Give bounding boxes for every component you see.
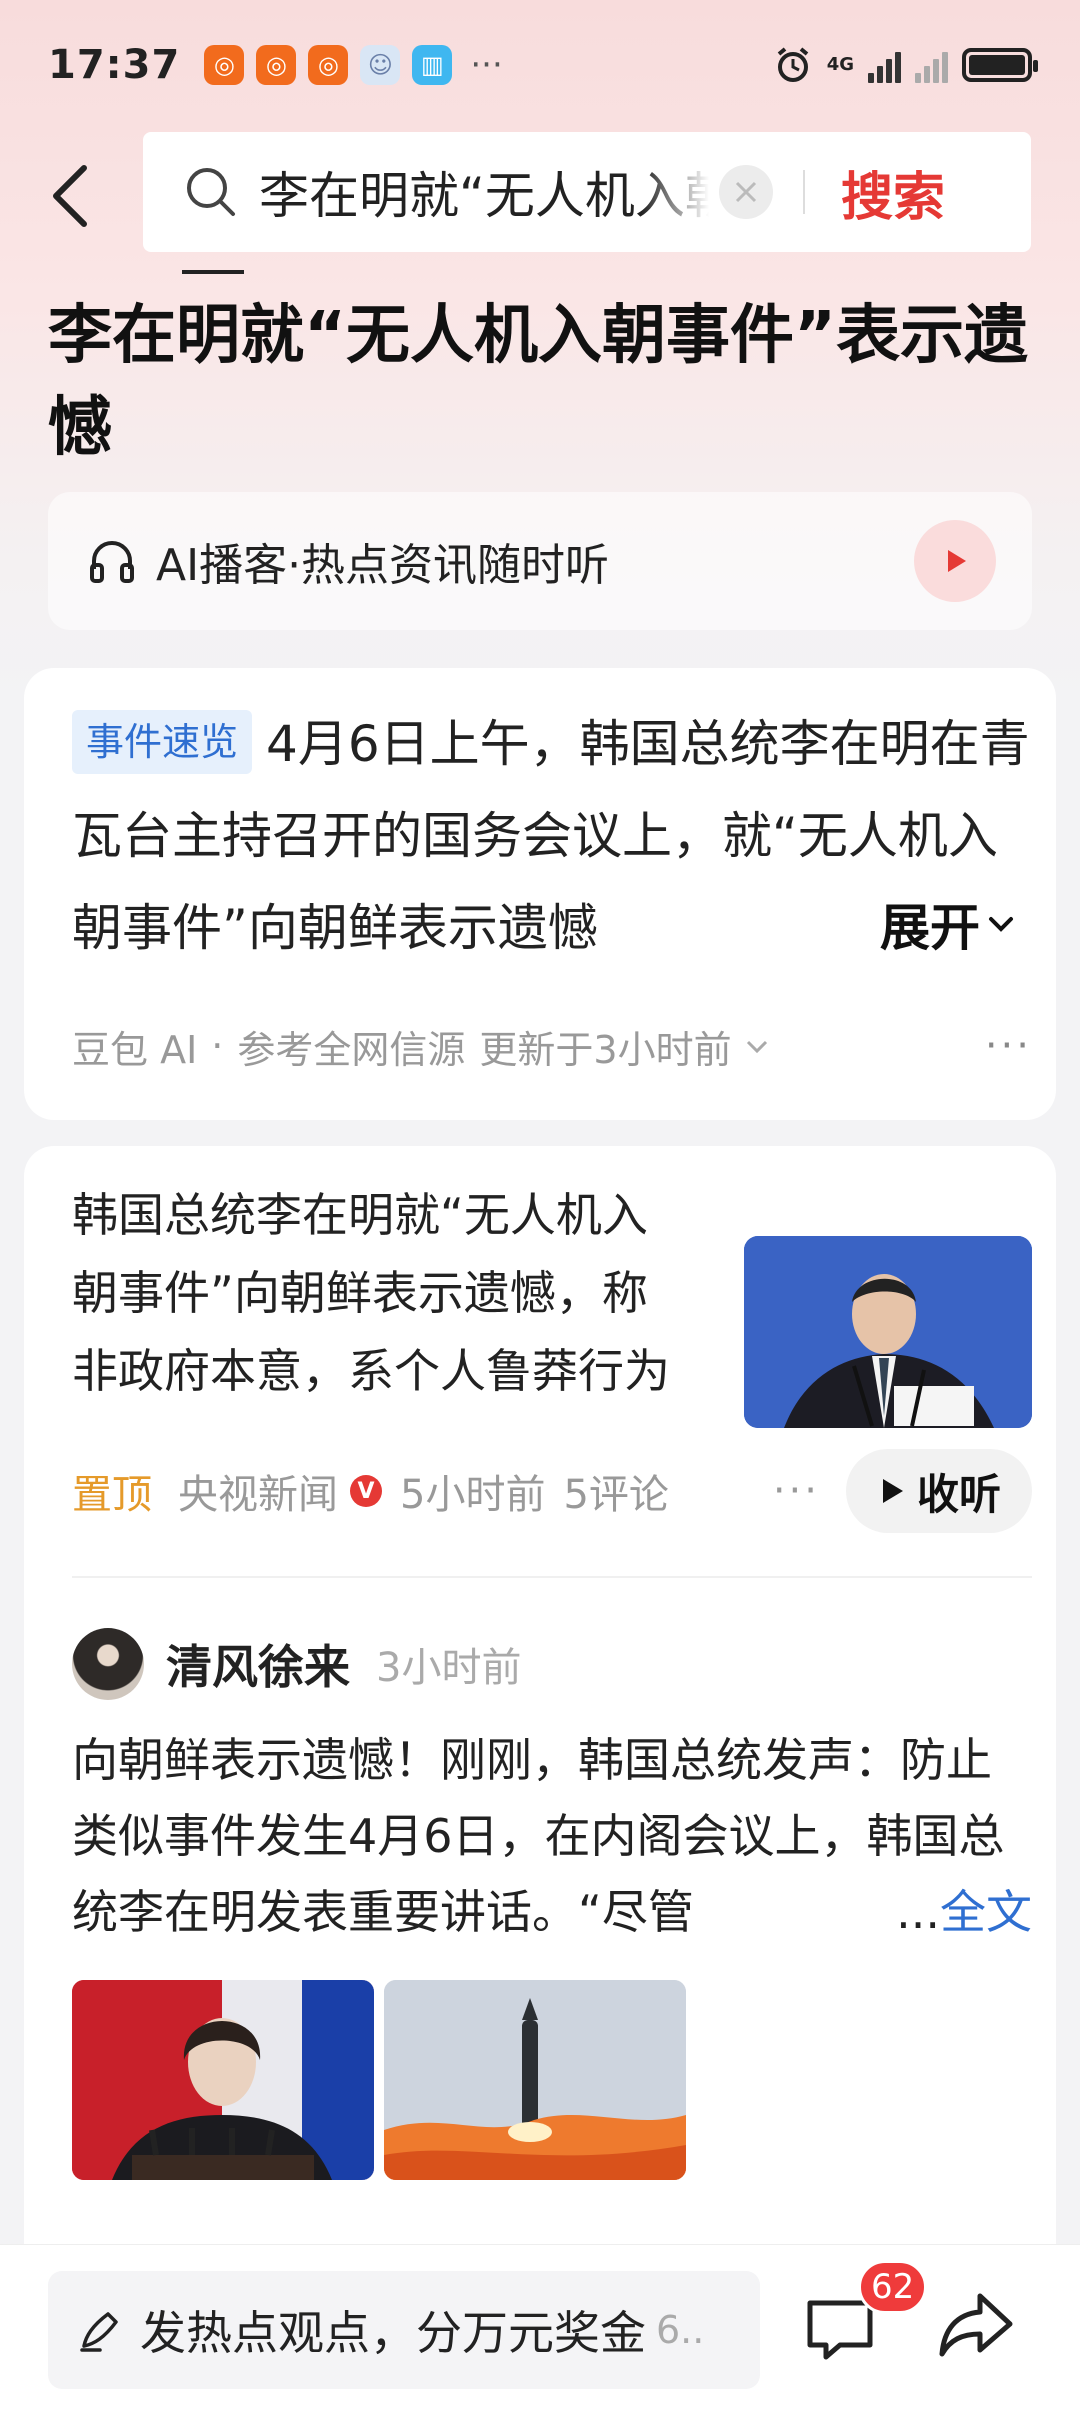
news-more-button[interactable]: ··· [773, 1468, 820, 1514]
expand-label: 展开 [880, 899, 980, 957]
expand-button[interactable]: 展开 [796, 878, 1016, 970]
alarm-icon [777, 47, 808, 82]
search-header: 李在明就“无人机入朝事件”表示遗憾 搜索 [0, 130, 1080, 260]
search-input[interactable]: 李在明就“无人机入朝事件”表示遗憾 [259, 156, 709, 228]
avatar[interactable] [72, 1628, 144, 1700]
post-fulltext-button[interactable]: ...全文 [866, 1874, 1032, 1950]
pinned-label: 置顶 [72, 1472, 152, 1518]
share-icon[interactable] [934, 2284, 1018, 2368]
back-button[interactable] [40, 156, 100, 236]
post-time: 3小时前 [376, 1645, 522, 1691]
status-bar: 17:37 ◎ ◎ ◎ ☺ ▥ ··· 4G [0, 0, 1080, 130]
search-button[interactable]: 搜索 [841, 155, 945, 230]
comment-placeholder-more: 6.. [656, 2308, 705, 2352]
face-app-icon: ☺ [360, 45, 401, 85]
summary-meta: 豆包 AI · 参考全网信源 更新于3小时前 ··· [72, 1016, 1032, 1076]
close-icon [735, 181, 757, 203]
missile-launch-image [384, 1980, 686, 2180]
weibo-app-icon: ◎ [204, 45, 245, 85]
post-image-speaker[interactable] [72, 1980, 374, 2180]
comment-count-badge: 62 [858, 2260, 928, 2314]
post-image-missile[interactable] [384, 1980, 686, 2180]
comment-input[interactable]: 发热点观点，分万元奖金 6.. [48, 2271, 760, 2389]
feed-divider [72, 1576, 1032, 1578]
summary-separator: · [211, 1024, 224, 1068]
podcast-bar[interactable]: AI播客·热点资讯随时听 [48, 492, 1032, 630]
chevron-left-icon [53, 165, 87, 227]
chevron-down-icon[interactable] [740, 1029, 774, 1063]
event-summary-card: 事件速览 4月6日上午，韩国总统李在明在青瓦台主持召开的国务会议上，就“无人机入朝… [24, 668, 1056, 1120]
status-app-icons: ◎ ◎ ◎ ☺ ▥ ··· [204, 45, 503, 85]
signal-secondary-icon [915, 47, 948, 83]
post-fulltext-label: 全文 [940, 1885, 1032, 1939]
book-app-icon: ▥ [412, 45, 453, 85]
news-meta: 置顶 央视新闻 V 5小时前 5评论 ··· 收听 [72, 1446, 1032, 1536]
verified-icon: V [350, 1475, 382, 1507]
weibo-app-icon: ◎ [256, 45, 297, 85]
news-thumbnail[interactable] [744, 1236, 1032, 1428]
search-icon [187, 168, 235, 216]
listen-button[interactable]: 收听 [846, 1449, 1032, 1533]
play-icon [882, 1479, 903, 1503]
play-icon [948, 550, 966, 572]
post-body[interactable]: 向朝鲜表示遗憾！刚刚，韩国总统发声：防止类似事件发生4月6日，在内阁会议上，韩国… [72, 1722, 1032, 1950]
title-decoration [182, 270, 244, 274]
summary-more-button[interactable]: ··· [985, 1023, 1032, 1069]
thumbnail-speaker-image [744, 1236, 1032, 1428]
page-title: 李在明就“无人机入朝事件”表示遗憾 [48, 299, 1029, 465]
weibo-app-icon: ◎ [308, 45, 349, 85]
headphones-icon [90, 541, 134, 583]
comment-placeholder: 发热点观点，分万元奖金 [140, 2306, 646, 2360]
status-more-icon: ··· [470, 45, 503, 85]
summary-ref: 参考全网信源 [237, 1027, 466, 1072]
post-images [72, 1980, 686, 2180]
status-time: 17:37 [48, 42, 181, 88]
chevron-down-icon [989, 917, 1013, 932]
podcast-play-button[interactable] [914, 520, 996, 602]
post-author[interactable]: 清风徐来 [166, 1631, 350, 1697]
battery-icon [962, 48, 1038, 82]
event-summary-tag: 事件速览 [72, 710, 253, 774]
summary-updated[interactable]: 更新于3小时前 [479, 1019, 731, 1074]
news-item[interactable]: 韩国总统李在明就“无人机入朝事件”向朝鲜表示遗憾，称非政府本意，系个人鲁莽行为 … [72, 1176, 1032, 1533]
post-text: 向朝鲜表示遗憾！刚刚，韩国总统发声：防止类似事件发生4月6日，在内阁会议上，韩国… [72, 1733, 1005, 1939]
search-box[interactable]: 李在明就“无人机入朝事件”表示遗憾 搜索 [143, 132, 1031, 252]
page: 17:37 ◎ ◎ ◎ ☺ ▥ ··· 4G 李在明就“无人机入 搜索 李在明就… [0, 0, 1080, 2412]
feed-card: 韩国总统李在明就“无人机入朝事件”向朝鲜表示遗憾，称非政府本意，系个人鲁莽行为 … [24, 1146, 1056, 2412]
summary-source: 豆包 AI [72, 1027, 198, 1072]
news-source[interactable]: 央视新闻 [178, 1462, 338, 1520]
search-divider [803, 170, 805, 214]
signal-icon [868, 47, 901, 83]
pen-icon [80, 2312, 118, 2352]
speaker-photo-image [72, 1980, 374, 2180]
post-ellipsis: ... [896, 1885, 940, 1939]
clear-search-button[interactable] [719, 165, 773, 219]
post-author-row: 清风徐来 3小时前 [72, 1626, 1032, 1702]
network-label: 4G [826, 54, 854, 75]
news-time: 5小时前 [400, 1472, 546, 1518]
user-post[interactable]: 清风徐来 3小时前 向朝鲜表示遗憾！刚刚，韩国总统发声：防止类似事件发生4月6日… [72, 1626, 1032, 1950]
news-comments: 5评论 [563, 1472, 669, 1518]
podcast-label: AI播客·热点资讯随时听 [156, 540, 610, 591]
news-title[interactable]: 韩国总统李在明就“无人机入朝事件”向朝鲜表示遗憾，称非政府本意，系个人鲁莽行为 [72, 1176, 672, 1410]
status-right: 4G [773, 45, 1038, 85]
listen-label: 收听 [916, 1469, 1001, 1519]
